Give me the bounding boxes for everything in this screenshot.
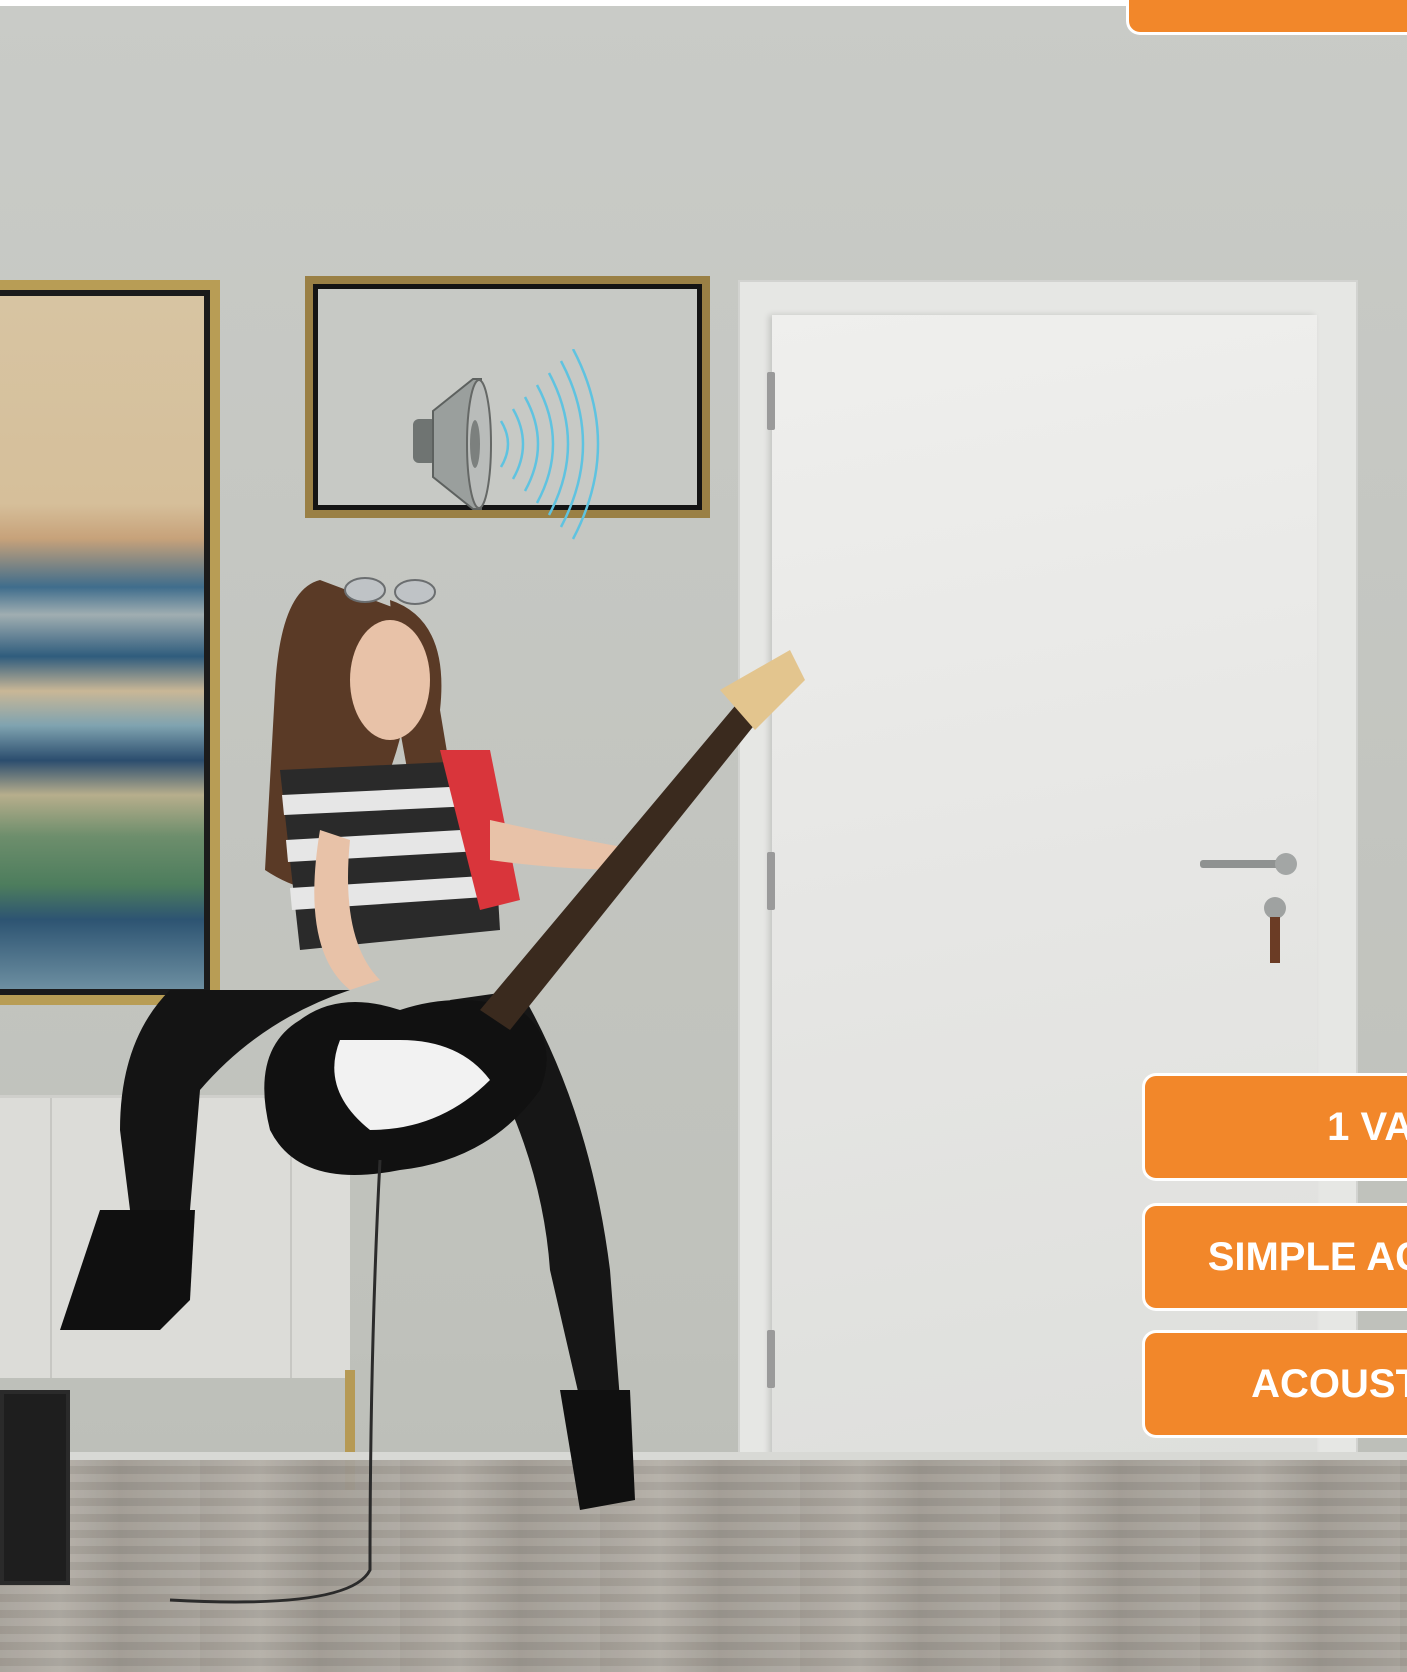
- feature-badge-2-label: SIMPLE AC: [1207, 1235, 1407, 1279]
- key-icon: [1264, 897, 1286, 963]
- guitarist-figure: [60, 577, 805, 1604]
- photo-scene: 1 VAN SIMPLE AC ACOUST: [0, 0, 1407, 1672]
- feature-badge-3[interactable]: ACOUST: [1142, 1330, 1407, 1438]
- speaker-cone-icon: [413, 378, 492, 510]
- speaker-icon: [413, 349, 600, 540]
- feature-badge-1[interactable]: 1 VAN: [1142, 1073, 1407, 1181]
- feature-badge-3-label: ACOUST: [1251, 1362, 1407, 1406]
- feature-badge-2[interactable]: SIMPLE AC: [1142, 1203, 1407, 1311]
- sound-waves-icon: [499, 349, 600, 540]
- door-handle-icon: [1200, 853, 1297, 875]
- top-badge[interactable]: [1126, 0, 1407, 35]
- speaker-frame: [305, 276, 710, 540]
- hinge-top: [767, 372, 775, 430]
- speaker-frame-inner: [313, 284, 702, 540]
- feature-badge-1-label: 1 VAN: [1327, 1105, 1407, 1149]
